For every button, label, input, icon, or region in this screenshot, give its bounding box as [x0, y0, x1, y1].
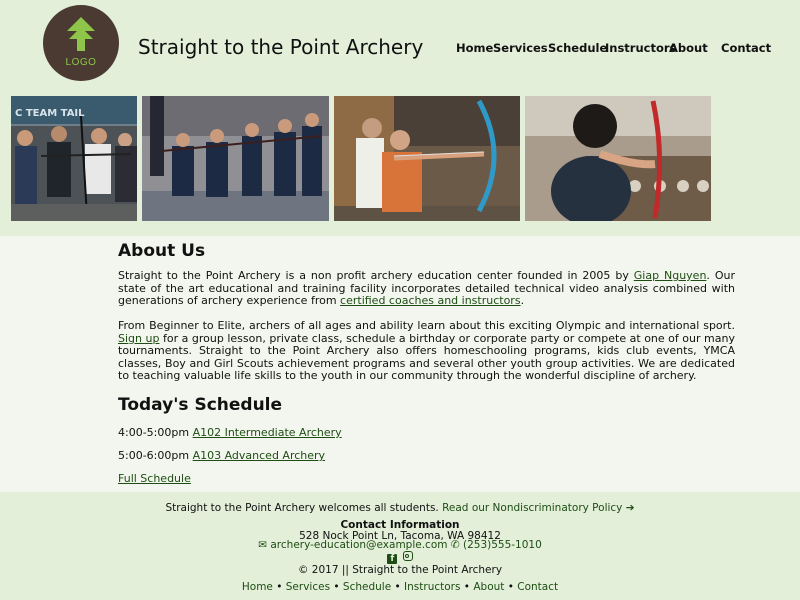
about-p1-text-c: . — [520, 294, 525, 308]
nav-home[interactable]: Home — [456, 41, 493, 55]
separator: • — [330, 581, 343, 593]
instagram-icon[interactable] — [402, 551, 413, 561]
nav-contact[interactable]: Contact — [721, 41, 771, 55]
class-link-a103[interactable]: A103 Advanced Archery — [193, 449, 325, 462]
about-paragraph-2: From Beginner to Elite, archers of all a… — [118, 319, 735, 383]
about-p1-text-a: Straight to the Point Archery is a non p… — [118, 269, 634, 282]
footer-link-services[interactable]: Services — [286, 581, 330, 593]
site-footer: Straight to the Point Archery welcomes a… — [0, 492, 800, 600]
team-photo: C TEAM TAIL — [11, 96, 137, 221]
aiming-archers-photo — [334, 96, 520, 221]
nav-about[interactable]: About — [669, 41, 708, 55]
footer-link-home[interactable]: Home — [242, 581, 273, 593]
sign-up-link[interactable]: Sign up — [118, 332, 159, 345]
full-schedule-row: Full Schedule — [118, 472, 191, 485]
logo[interactable]: LOGO — [43, 5, 119, 81]
phone-text: (253)555-1010 — [462, 539, 542, 551]
schedule-item: 5:00-6:00pm A103 Advanced Archery — [118, 449, 325, 462]
photo-strip: C TEAM TAIL — [0, 96, 800, 236]
welcome-text: Straight to the Point Archery welcomes a… — [165, 502, 443, 514]
arrow-right-icon: ➔ — [625, 502, 635, 514]
footer-nav: Home • Services • Schedule • Instructors… — [0, 581, 800, 593]
footer-link-about[interactable]: About — [473, 581, 504, 593]
about-p2-text-a: From Beginner to Elite, archers of all a… — [118, 319, 735, 332]
logo-text: LOGO — [65, 57, 97, 68]
nav-services[interactable]: Services — [493, 41, 548, 55]
policy-link[interactable]: Read our Nondiscriminatory Policy ➔ — [442, 502, 634, 514]
schedule-time: 4:00-5:00pm — [118, 426, 193, 439]
nav-schedule[interactable]: Schedule — [548, 41, 607, 55]
envelope-icon: ✉ — [258, 539, 268, 551]
email-text: archery-education@example.com — [270, 539, 448, 551]
main-content: About Us Straight to the Point Archery i… — [0, 236, 800, 492]
schedule-heading: Today's Schedule — [118, 395, 283, 415]
phone-link[interactable]: ✆ (253)555-1010 — [451, 539, 542, 551]
about-paragraph-1: Straight to the Point Archery is a non p… — [118, 269, 735, 308]
separator: • — [272, 581, 286, 593]
contact-line: ✉ archery-education@example.com ✆ (253)5… — [0, 539, 800, 551]
kids-archery-photo — [142, 96, 329, 221]
separator: • — [460, 581, 474, 593]
site-header: LOGO Straight to the Point Archery Home … — [0, 0, 800, 96]
site-title: Straight to the Point Archery — [138, 35, 424, 59]
about-heading: About Us — [118, 241, 206, 261]
coaches-link[interactable]: certified coaches and instructors — [340, 294, 521, 307]
facebook-icon[interactable]: f — [387, 554, 398, 564]
footer-link-instructors[interactable]: Instructors — [404, 581, 460, 593]
welcome-line: Straight to the Point Archery welcomes a… — [0, 502, 800, 514]
about-p2-text-b: for a group lesson, private class, sched… — [118, 331, 735, 383]
class-link-a102[interactable]: A102 Intermediate Archery — [193, 426, 342, 439]
footer-link-schedule[interactable]: Schedule — [343, 581, 391, 593]
copyright: © 2017 || Straight to the Point Archery — [297, 564, 503, 576]
phone-icon: ✆ — [450, 539, 460, 551]
founder-link[interactable]: Giap Nguyen — [634, 269, 707, 282]
separator: • — [504, 581, 518, 593]
separator: • — [391, 581, 405, 593]
email-link[interactable]: ✉ archery-education@example.com — [258, 539, 447, 551]
policy-link-label: Read our Nondiscriminatory Policy — [442, 502, 623, 514]
social-icons: f — [0, 551, 800, 564]
nav-instructors[interactable]: Instructors — [605, 41, 676, 55]
indoor-range-photo — [525, 96, 711, 221]
schedule-time: 5:00-6:00pm — [118, 449, 193, 462]
arrow-up-icon — [67, 17, 95, 51]
full-schedule-link[interactable]: Full Schedule — [118, 472, 191, 485]
svg-text:C TEAM TAIL: C TEAM TAIL — [15, 108, 85, 119]
footer-link-contact[interactable]: Contact — [517, 581, 558, 593]
schedule-item: 4:00-5:00pm A102 Intermediate Archery — [118, 426, 342, 439]
